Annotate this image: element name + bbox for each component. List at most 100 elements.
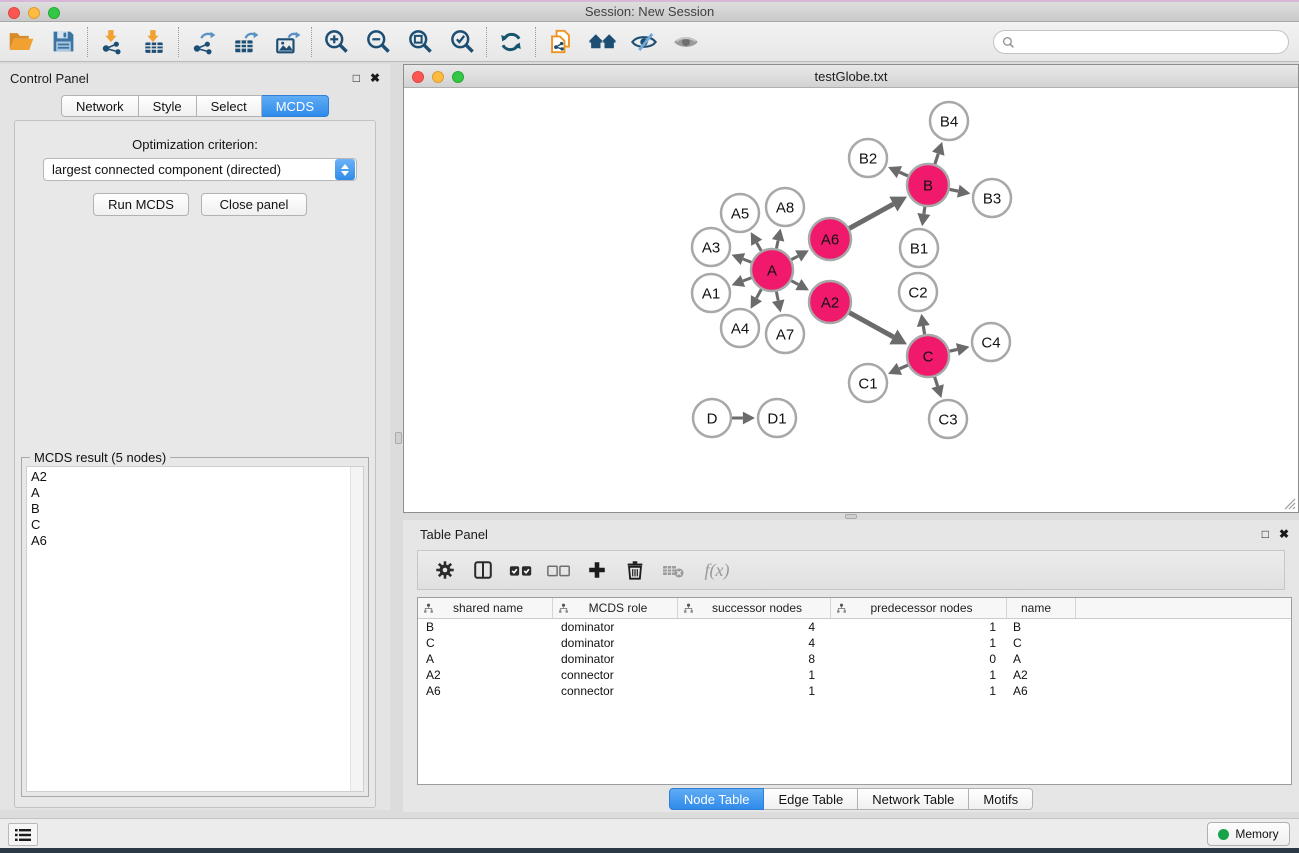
table-cell[interactable]: 1 <box>678 684 831 698</box>
table-cell[interactable]: dominator <box>553 636 678 650</box>
table-row[interactable]: A2connector11A2 <box>418 667 1291 683</box>
network-canvas[interactable]: B4B2BB3B1A5A8A6A3AA1C2A4A7A2CC4C1C3DD1 <box>404 88 1298 512</box>
tab-style[interactable]: Style <box>139 95 197 117</box>
table-cell[interactable]: connector <box>553 668 678 682</box>
column-header-predecessor-nodes[interactable]: predecessor nodes <box>831 598 1007 618</box>
graph-edge-A-A8[interactable] <box>776 240 778 248</box>
task-history-button[interactable] <box>8 823 38 846</box>
table-cell[interactable]: 4 <box>678 620 831 634</box>
mcds-result-item[interactable]: A <box>31 485 346 501</box>
table-cell[interactable]: A <box>1007 652 1076 666</box>
graph-edge-C-C3[interactable] <box>935 377 938 386</box>
column-header-successor-nodes[interactable]: successor nodes <box>678 598 831 618</box>
table-cell[interactable]: 1 <box>831 620 1007 634</box>
network-minimize-button[interactable] <box>432 71 444 83</box>
export-image-button[interactable] <box>266 25 308 59</box>
graph-edge-B-B4[interactable] <box>935 154 938 164</box>
zoom-out-button[interactable] <box>357 25 399 59</box>
open-file-button[interactable] <box>0 25 42 59</box>
table-cell[interactable]: 4 <box>678 636 831 650</box>
table-settings-button[interactable] <box>426 554 464 586</box>
close-window-button[interactable] <box>8 7 20 19</box>
table-row[interactable]: A6connector11A6 <box>418 683 1291 699</box>
home-view-button[interactable] <box>581 25 623 59</box>
zoom-in-button[interactable] <box>315 25 357 59</box>
table-cell[interactable]: C <box>418 636 553 650</box>
show-column-button[interactable] <box>464 554 502 586</box>
graph-edge-B-B3[interactable] <box>950 189 959 191</box>
resize-grip-icon[interactable] <box>1283 497 1296 510</box>
create-column-button[interactable] <box>578 554 616 586</box>
zoom-window-button[interactable] <box>48 7 60 19</box>
mcds-result-list[interactable]: A2ABCA6 <box>26 466 364 792</box>
refresh-layout-button[interactable] <box>490 25 532 59</box>
table-cell[interactable]: A <box>418 652 553 666</box>
table-cell[interactable]: 0 <box>831 652 1007 666</box>
tab-edge-table[interactable]: Edge Table <box>764 788 858 810</box>
vertical-splitter-handle[interactable] <box>395 432 402 444</box>
table-cell[interactable]: 8 <box>678 652 831 666</box>
window-controls[interactable] <box>8 7 60 19</box>
tab-mcds[interactable]: MCDS <box>262 95 329 117</box>
search-field[interactable] <box>993 30 1289 54</box>
mcds-result-item[interactable]: C <box>31 517 346 533</box>
criterion-select[interactable]: largest connected component (directed) <box>43 158 357 181</box>
tab-motifs[interactable]: Motifs <box>969 788 1033 810</box>
table-cell[interactable]: A2 <box>1007 668 1076 682</box>
table-cell[interactable]: 1 <box>678 668 831 682</box>
delete-column-button[interactable] <box>616 554 654 586</box>
hide-panel-button[interactable] <box>623 25 665 59</box>
tab-network[interactable]: Network <box>61 95 139 117</box>
graph-edge-A-A3[interactable] <box>743 259 752 262</box>
zoom-fit-button[interactable] <box>399 25 441 59</box>
tab-network-table[interactable]: Network Table <box>858 788 969 810</box>
table-cell[interactable]: A6 <box>418 684 553 698</box>
close-table-panel-icon[interactable]: ✖ <box>1279 528 1289 540</box>
tab-node-table[interactable]: Node Table <box>669 788 765 810</box>
node-table[interactable]: shared nameMCDS rolesuccessor nodesprede… <box>417 597 1292 785</box>
table-cell[interactable]: A6 <box>1007 684 1076 698</box>
network-close-button[interactable] <box>412 71 424 83</box>
graph-edge-A-A1[interactable] <box>743 278 752 281</box>
graph-edge-B-B2[interactable] <box>899 172 908 176</box>
horizontal-splitter-handle[interactable] <box>845 514 857 519</box>
table-cell[interactable]: 1 <box>831 668 1007 682</box>
network-zoom-button[interactable] <box>452 71 464 83</box>
close-panel-icon[interactable]: ✖ <box>370 72 380 84</box>
graph-edge-A-A6[interactable] <box>791 256 798 260</box>
graph-edge-B-B1[interactable] <box>924 207 925 214</box>
table-cell[interactable]: 1 <box>831 684 1007 698</box>
export-network-button[interactable] <box>182 25 224 59</box>
run-mcds-button[interactable]: Run MCDS <box>93 193 189 216</box>
graph-edge-C-C4[interactable] <box>949 349 957 351</box>
column-header-shared-name[interactable]: shared name <box>418 598 553 618</box>
table-row[interactable]: Cdominator41C <box>418 635 1291 651</box>
list-scrollbar[interactable] <box>350 467 363 791</box>
zoom-selected-button[interactable] <box>441 25 483 59</box>
table-cell[interactable]: B <box>418 620 553 634</box>
unselect-all-columns-button[interactable] <box>540 554 578 586</box>
network-window-titlebar[interactable]: testGlobe.txt <box>404 65 1298 88</box>
table-cell[interactable]: dominator <box>553 652 678 666</box>
column-header-mcds-role[interactable]: MCDS role <box>553 598 678 618</box>
import-network-button[interactable] <box>91 25 133 59</box>
show-panel-button[interactable] <box>665 25 707 59</box>
float-table-panel-icon[interactable]: □ <box>1262 528 1269 540</box>
table-cell[interactable]: A2 <box>418 668 553 682</box>
column-header-name[interactable]: name <box>1007 598 1076 618</box>
tab-select[interactable]: Select <box>197 95 262 117</box>
mcds-result-item[interactable]: B <box>31 501 346 517</box>
graph-edge-A2-C[interactable] <box>849 313 893 337</box>
table-row[interactable]: Adominator80A <box>418 651 1291 667</box>
graph-edge-C-C2[interactable] <box>923 326 924 334</box>
export-table-button[interactable] <box>224 25 266 59</box>
graph-edge-A-A2[interactable] <box>791 281 798 285</box>
select-all-columns-button[interactable] <box>502 554 540 586</box>
close-panel-button[interactable]: Close panel <box>201 193 307 216</box>
import-table-button[interactable] <box>133 25 175 59</box>
table-cell[interactable]: connector <box>553 684 678 698</box>
table-cell[interactable]: B <box>1007 620 1076 634</box>
minimize-window-button[interactable] <box>28 7 40 19</box>
graph-edge-C-C1[interactable] <box>899 365 908 369</box>
table-cell[interactable]: dominator <box>553 620 678 634</box>
